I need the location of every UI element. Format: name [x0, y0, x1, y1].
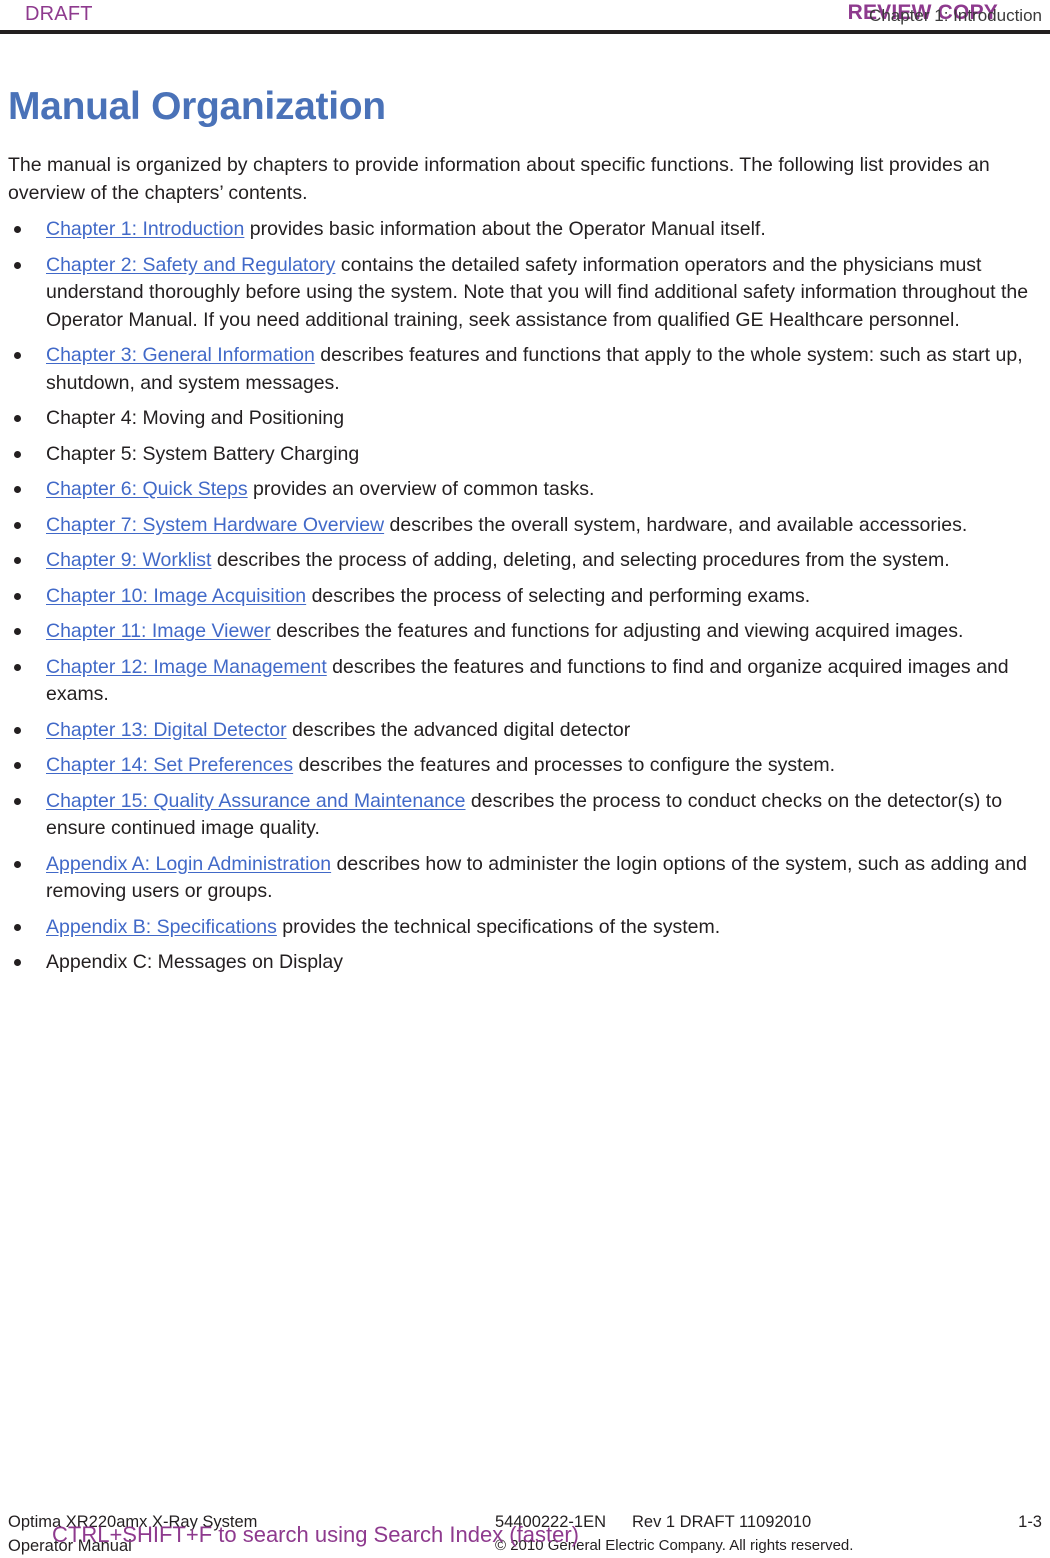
- chapter-list: Chapter 1: Introduction provides basic i…: [8, 216, 1042, 977]
- chapter-description: describes the features and functions for…: [270, 620, 964, 642]
- bullet-icon: [14, 923, 21, 931]
- chapter-link[interactable]: Chapter 15: Quality Assurance and Mainte…: [46, 790, 466, 812]
- list-item: Chapter 5: System Battery Charging: [8, 441, 1042, 469]
- chapter-link[interactable]: Chapter 12: Image Management: [46, 656, 327, 678]
- bullet-icon: [14, 959, 21, 966]
- main-content: Manual Organization The manual is organi…: [8, 84, 1042, 985]
- list-item: Chapter 2: Safety and Regulatory contain…: [8, 252, 1042, 335]
- header-chapter-title: Chapter 1: Introduction: [869, 6, 1042, 25]
- chapter-link[interactable]: Appendix A: Login Administration: [46, 853, 331, 875]
- chapter-link[interactable]: Chapter 1: Introduction: [46, 218, 244, 240]
- list-item: Chapter 11: Image Viewer describes the f…: [8, 618, 1042, 646]
- page-footer: Optima XR220amx X-Ray System Operator Ma…: [0, 1456, 1050, 1555]
- chapter-description: provides basic information about the Ope…: [244, 218, 766, 240]
- list-item: Chapter 10: Image Acquisition describes …: [8, 583, 1042, 611]
- list-item: Chapter 7: System Hardware Overview desc…: [8, 512, 1042, 540]
- bullet-icon: [14, 592, 21, 600]
- chapter-link[interactable]: Chapter 14: Set Preferences: [46, 754, 293, 776]
- chapter-link[interactable]: Chapter 6: Quick Steps: [46, 478, 248, 500]
- bullet-icon: [14, 628, 21, 635]
- list-item: Chapter 15: Quality Assurance and Mainte…: [8, 788, 1042, 843]
- list-item: Chapter 3: General Information describes…: [8, 342, 1042, 397]
- list-item: Appendix B: Specifications provides the …: [8, 914, 1042, 942]
- list-item: Chapter 6: Quick Steps provides an overv…: [8, 476, 1042, 504]
- bullet-icon: [14, 521, 21, 529]
- footer-right-column: 1-3: [952, 1510, 1042, 1534]
- bullet-icon: [14, 762, 21, 769]
- bullet-icon: [14, 226, 21, 233]
- header-divider: [0, 30, 1050, 34]
- bullet-icon: [14, 352, 21, 359]
- draft-watermark: DRAFT: [25, 3, 93, 25]
- list-item: Chapter 4: Moving and Positioning: [8, 405, 1042, 433]
- list-item: Chapter 13: Digital Detector describes t…: [8, 717, 1042, 745]
- chapter-label: Chapter 5: System Battery Charging: [46, 442, 360, 465]
- list-item: Chapter 14: Set Preferences describes th…: [8, 752, 1042, 780]
- bullet-icon: [14, 415, 21, 422]
- chapter-description: describes the advanced digital detector: [286, 718, 631, 741]
- chapter-link[interactable]: Chapter 3: General Information: [46, 344, 315, 366]
- chapter-description: describes the process of selecting and p…: [306, 584, 811, 607]
- list-item: Appendix A: Login Administration describ…: [8, 851, 1042, 906]
- chapter-label: Appendix C: Messages on Display: [46, 951, 343, 973]
- chapter-link[interactable]: Chapter 11: Image Viewer: [46, 620, 271, 642]
- chapter-link[interactable]: Appendix B: Specifications: [46, 916, 277, 938]
- bullet-icon: [14, 663, 21, 671]
- chapter-link[interactable]: Chapter 7: System Hardware Overview: [46, 514, 384, 536]
- chapter-description: describes the process of adding, deletin…: [211, 549, 950, 571]
- bullet-icon: [14, 486, 21, 493]
- chapter-description: provides an overview of common tasks.: [247, 478, 595, 500]
- chapter-label: Chapter 4: Moving and Positioning: [46, 407, 345, 429]
- chapter-link[interactable]: Chapter 13: Digital Detector: [46, 719, 287, 741]
- bullet-icon: [14, 450, 21, 458]
- list-item: Chapter 12: Image Management describes t…: [8, 654, 1042, 709]
- chapter-link[interactable]: Chapter 10: Image Acquisition: [46, 585, 306, 607]
- list-item: Chapter 1: Introduction provides basic i…: [8, 216, 1042, 244]
- page-title: Manual Organization: [8, 85, 386, 128]
- bullet-icon: [14, 261, 21, 269]
- intro-paragraph: The manual is organized by chapters to p…: [8, 154, 990, 204]
- chapter-link[interactable]: Chapter 9: Worklist: [46, 549, 211, 571]
- page-number: 1-3: [1018, 1513, 1042, 1531]
- bullet-icon: [14, 726, 21, 734]
- bullet-icon: [14, 557, 21, 564]
- chapter-description: describes the overall system, hardware, …: [384, 513, 968, 536]
- bullet-icon: [14, 860, 21, 868]
- page-header: DRAFT REVIEW COPY Chapter 1: Introductio…: [0, 0, 1050, 34]
- chapter-description: provides the technical specifications of…: [276, 915, 721, 938]
- list-item: Appendix C: Messages on Display: [8, 949, 1042, 977]
- header-right-group: REVIEW COPY Chapter 1: Introduction: [622, 0, 1042, 30]
- chapter-description: describes the features and processes to …: [293, 754, 836, 776]
- chapter-link[interactable]: Chapter 2: Safety and Regulatory: [46, 254, 335, 276]
- footer-revision: Rev 1 DRAFT 11092010: [632, 1513, 812, 1531]
- bullet-icon: [14, 797, 21, 805]
- list-item: Chapter 9: Worklist describes the proces…: [8, 547, 1042, 575]
- search-hint-watermark: CTRL+SHIFT+F to search using Search Inde…: [52, 1522, 579, 1547]
